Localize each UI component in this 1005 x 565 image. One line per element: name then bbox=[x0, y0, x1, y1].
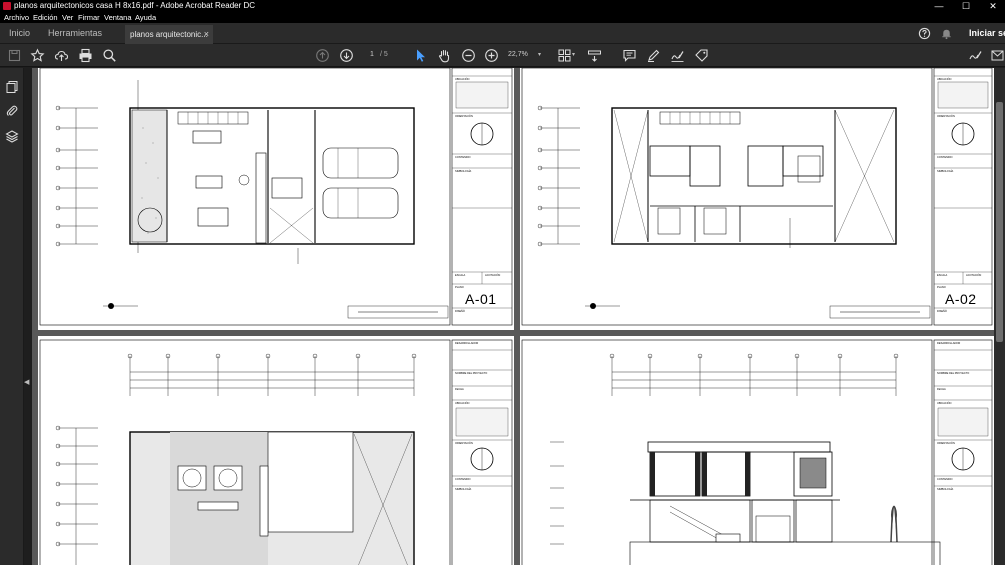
select-cursor-icon[interactable] bbox=[413, 48, 428, 63]
maximize-button[interactable]: ☐ bbox=[957, 0, 975, 12]
proyecto-label: NOMBRE DEL PROYECTO bbox=[455, 372, 488, 375]
sheet-code: A-02 bbox=[945, 291, 977, 307]
orientacion-label: ORIENTACIÓN bbox=[937, 442, 955, 445]
orientacion-label: ORIENTACIÓN bbox=[455, 442, 473, 445]
scroll-mode-icon[interactable] bbox=[587, 48, 602, 63]
contenido-label: CONTENIDO bbox=[455, 478, 471, 481]
page-total: / 5 bbox=[380, 51, 388, 58]
proyecto-label: NOMBRE DEL PROYECTO bbox=[937, 372, 970, 375]
ubicacion-label: UBICACIÓN bbox=[455, 78, 470, 81]
fecha-label: FECHA bbox=[937, 388, 946, 391]
ubicacion-label: UBICACIÓN bbox=[937, 78, 952, 81]
plano-label: PLANO bbox=[455, 286, 464, 289]
simbologia-label: SIMBOLOGÍA bbox=[455, 488, 472, 491]
tab-document-label: planos arquitectonic... bbox=[130, 30, 208, 39]
print-icon[interactable] bbox=[78, 48, 93, 63]
acotacion-label: ACOTACIÓN bbox=[485, 274, 501, 277]
left-navigation-pane: ◀ bbox=[0, 68, 29, 565]
menu-archivo[interactable]: Archivo bbox=[4, 12, 29, 23]
desarrollador-label: DESARROLLADOR bbox=[455, 342, 479, 345]
tab-bar: Inicio Herramientas planos arquitectonic… bbox=[0, 23, 1005, 44]
previous-page-icon[interactable] bbox=[315, 48, 330, 63]
layout-dropdown-icon[interactable]: ▾ bbox=[572, 49, 575, 61]
menu-ventana[interactable]: Ventana bbox=[104, 12, 132, 23]
pdf-page-3: DESARROLLADOR NOMBRE DEL PROYECTO FECHA … bbox=[38, 336, 514, 565]
title-bar: planos arquitectonicos casa H 8x16.pdf -… bbox=[0, 0, 1005, 12]
scrollbar-thumb[interactable] bbox=[996, 102, 1003, 342]
menu-bar: Archivo Edición Ver Firmar Ventana Ayuda bbox=[0, 12, 1005, 23]
share-icon[interactable] bbox=[990, 48, 1005, 63]
escala-label: ESCALA bbox=[455, 274, 466, 277]
contenido-label: CONTENIDO bbox=[455, 156, 471, 159]
diseno-label: DISEÑÓ bbox=[455, 310, 465, 313]
fecha-label: FECHA bbox=[455, 388, 464, 391]
comment-icon[interactable] bbox=[622, 48, 637, 63]
sign-in-link[interactable]: Iniciar se bbox=[969, 23, 1005, 44]
draw-sign-icon[interactable] bbox=[670, 48, 685, 63]
vertical-scrollbar[interactable] bbox=[994, 68, 1005, 565]
hand-tool-icon[interactable] bbox=[437, 48, 452, 63]
orientacion-label: ORIENTACIÓN bbox=[937, 115, 955, 118]
save-icon[interactable] bbox=[7, 48, 22, 63]
close-window-button[interactable]: ✕ bbox=[984, 0, 1002, 12]
stamp-tag-icon[interactable] bbox=[694, 48, 709, 63]
floor-plan-drawing-1 bbox=[39, 68, 513, 326]
menu-firmar[interactable]: Firmar bbox=[78, 12, 100, 23]
zoom-in-icon[interactable] bbox=[484, 48, 499, 63]
facade-elevation-drawing bbox=[521, 339, 993, 565]
expand-pane-arrow-icon[interactable]: ◀ bbox=[24, 378, 32, 392]
next-page-icon[interactable] bbox=[339, 48, 354, 63]
contenido-label: CONTENIDO bbox=[937, 478, 953, 481]
tab-inicio[interactable]: Inicio bbox=[9, 23, 30, 44]
simbologia-label: SIMBOLOGÍA bbox=[455, 170, 472, 173]
tab-document[interactable]: planos arquitectonic... × bbox=[125, 25, 213, 44]
plano-label: PLANO bbox=[937, 286, 946, 289]
desarrollador-label: DESARROLLADOR bbox=[937, 342, 961, 345]
page-number-input[interactable]: 1 bbox=[362, 49, 382, 61]
acrobat-app-icon bbox=[3, 2, 11, 10]
zoom-level[interactable]: 22,7% bbox=[508, 49, 528, 61]
window-title: planos arquitectonicos casa H 8x16.pdf -… bbox=[14, 1, 256, 10]
simbologia-label: SIMBOLOGÍA bbox=[937, 170, 954, 173]
bookmark-star-icon[interactable] bbox=[30, 48, 45, 63]
fill-sign-icon[interactable] bbox=[968, 48, 983, 63]
close-tab-icon[interactable]: × bbox=[204, 25, 209, 44]
simbologia-label: SIMBOLOGÍA bbox=[937, 488, 954, 491]
zoom-out-icon[interactable] bbox=[461, 48, 476, 63]
ubicacion-label: UBICACIÓN bbox=[455, 402, 470, 405]
minimize-button[interactable]: — bbox=[930, 0, 948, 12]
highlight-pen-icon[interactable] bbox=[646, 48, 661, 63]
upload-cloud-icon[interactable] bbox=[54, 48, 69, 63]
zoom-dropdown-icon[interactable]: ▾ bbox=[538, 49, 541, 61]
layers-icon[interactable] bbox=[5, 129, 19, 143]
tab-herramientas[interactable]: Herramientas bbox=[48, 23, 102, 44]
acotacion-label: ACOTACIÓN bbox=[966, 274, 982, 277]
pdf-page-1: UBICACIÓN ORIENTACIÓN CONTENIDO SIMBOLOG… bbox=[38, 68, 514, 330]
help-icon[interactable] bbox=[918, 27, 931, 40]
roof-plan-drawing bbox=[39, 339, 513, 565]
document-view[interactable]: UBICACIÓN ORIENTACIÓN CONTENIDO SIMBOLOG… bbox=[32, 68, 994, 565]
floor-plan-drawing-2 bbox=[521, 68, 993, 326]
page-thumbnails-icon[interactable] bbox=[5, 80, 19, 94]
orientacion-label: ORIENTACIÓN bbox=[455, 115, 473, 118]
menu-edicion[interactable]: Edición bbox=[33, 12, 58, 23]
main-toolbar: 1 / 5 22,7% ▾ ▾ bbox=[0, 44, 1005, 67]
search-icon[interactable] bbox=[102, 48, 117, 63]
ubicacion-label: UBICACIÓN bbox=[937, 402, 952, 405]
page-layout-icon[interactable] bbox=[557, 48, 572, 63]
sheet-code: A-01 bbox=[465, 291, 497, 307]
notifications-bell-icon[interactable] bbox=[940, 27, 953, 40]
acrobat-window: planos arquitectonicos casa H 8x16.pdf -… bbox=[0, 0, 1005, 565]
escala-label: ESCALA bbox=[937, 274, 948, 277]
menu-ayuda[interactable]: Ayuda bbox=[135, 12, 156, 23]
pdf-page-2: UBICACIÓN ORIENTACIÓN CONTENIDO SIMBOLOG… bbox=[520, 68, 994, 330]
menu-ver[interactable]: Ver bbox=[62, 12, 73, 23]
pdf-page-4: DESARROLLADOR NOMBRE DEL PROYECTO FECHA … bbox=[520, 336, 994, 565]
contenido-label: CONTENIDO bbox=[937, 156, 953, 159]
attachments-paperclip-icon[interactable] bbox=[5, 104, 19, 118]
diseno-label: DISEÑÓ bbox=[937, 310, 947, 313]
